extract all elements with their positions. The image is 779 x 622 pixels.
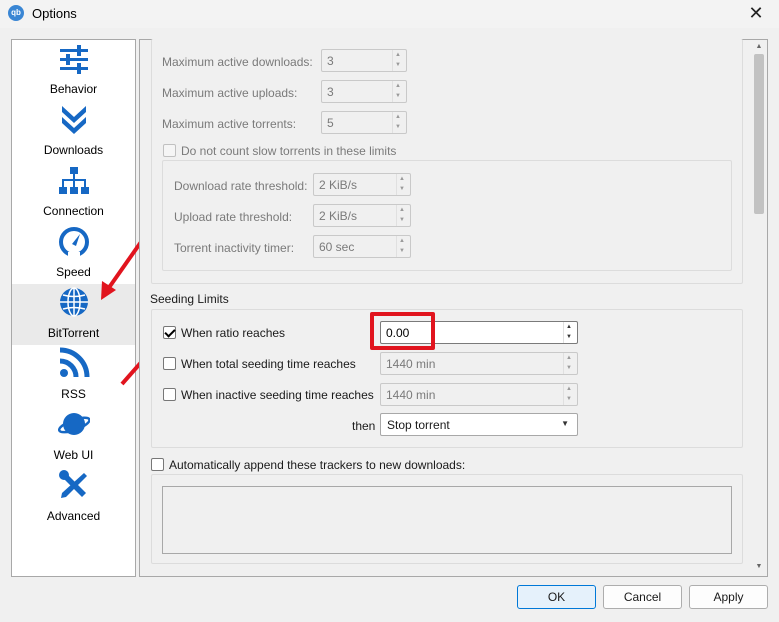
seeding-action-dropdown[interactable]: Stop torrent ▼: [380, 413, 578, 436]
inactive-time-checkbox[interactable]: [163, 388, 176, 401]
max-torrents-label: Maximum active torrents:: [162, 117, 297, 131]
seeding-time-spinbox[interactable]: 1440 min ▲ ▼: [380, 352, 578, 375]
download-threshold-label: Download rate threshold:: [174, 179, 308, 193]
scroll-down-arrow-icon[interactable]: ▼: [754, 562, 764, 572]
slow-torrents-label: Do not count slow torrents in these limi…: [181, 144, 397, 158]
vertical-scrollbar[interactable]: ▲ ▼: [751, 40, 767, 576]
max-uploads-label: Maximum active uploads:: [162, 86, 298, 100]
trackers-textarea[interactable]: [162, 486, 732, 554]
cancel-button[interactable]: Cancel: [603, 585, 682, 609]
max-downloads-label: Maximum active downloads:: [162, 55, 313, 69]
append-trackers-label: Automatically append these trackers to n…: [169, 458, 466, 472]
chevron-down-icon: ▼: [561, 419, 569, 428]
seeding-time-label: When total seeding time reaches: [181, 357, 356, 371]
inactivity-timer-label: Torrent inactivity timer:: [174, 241, 295, 255]
upload-threshold-label: Upload rate threshold:: [174, 210, 293, 224]
seeding-time-checkbox[interactable]: [163, 357, 176, 370]
append-trackers-checkbox[interactable]: [151, 458, 164, 471]
ratio-limit-checkbox[interactable]: [163, 326, 176, 339]
then-label: then: [352, 419, 376, 433]
inactive-time-spinbox[interactable]: 1440 min ▲ ▼: [380, 383, 578, 406]
max-uploads-spinbox[interactable]: 3 ▲ ▼: [321, 80, 407, 103]
inactive-time-label: When inactive seeding time reaches: [181, 388, 374, 402]
upload-threshold-spinbox[interactable]: 2 KiB/s ▲ ▼: [313, 204, 411, 227]
slow-torrents-checkbox[interactable]: [163, 144, 176, 157]
ratio-highlight-box: [370, 312, 435, 350]
apply-button[interactable]: Apply: [689, 585, 768, 609]
max-downloads-spinbox[interactable]: 3 ▲ ▼: [321, 49, 407, 72]
scroll-thumb[interactable]: [754, 54, 764, 214]
inactivity-timer-spinbox[interactable]: 60 sec ▲ ▼: [313, 235, 411, 258]
scroll-up-arrow-icon[interactable]: ▲: [754, 42, 764, 52]
seeding-limits-title: Seeding Limits: [150, 292, 229, 306]
ratio-limit-label: When ratio reaches: [181, 326, 286, 340]
download-threshold-spinbox[interactable]: 2 KiB/s ▲ ▼: [313, 173, 411, 196]
max-torrents-spinbox[interactable]: 5 ▲ ▼: [321, 111, 407, 134]
ok-button[interactable]: OK: [517, 585, 596, 609]
